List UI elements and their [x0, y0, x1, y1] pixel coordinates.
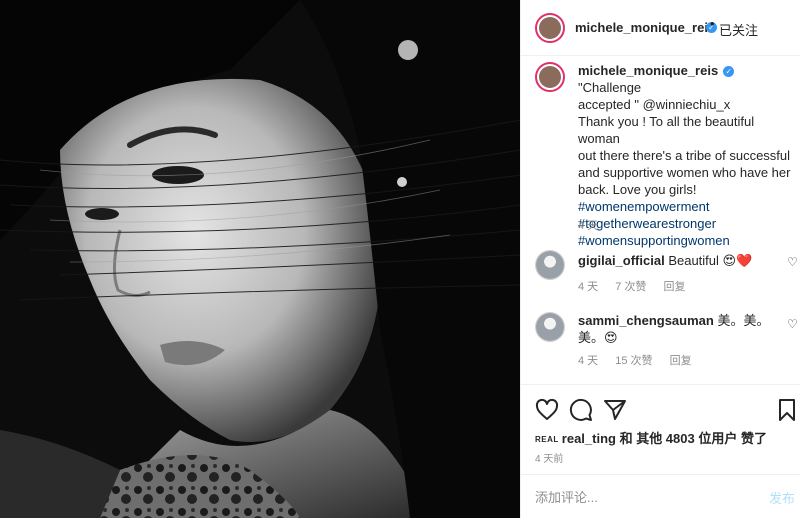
hashtag-link[interactable]: #womenempowerment — [578, 198, 792, 215]
commenter-avatar[interactable] — [535, 312, 565, 342]
hashtag-link[interactable]: #womensupportingwomen — [578, 232, 792, 249]
comment-text: 美。😍 — [578, 330, 618, 345]
caption-avatar[interactable] — [535, 62, 565, 92]
comment-text: Beautiful 😍❤️ — [668, 253, 753, 268]
portrait-photo — [0, 0, 520, 518]
caption-text-line: Thank you ! To all the beautiful woman — [578, 114, 755, 146]
caption-text-line: "Challenge — [578, 80, 642, 95]
like-comment-heart-icon[interactable]: ♡ — [787, 256, 798, 268]
caption-text-line: accepted " @winniechiu_x — [578, 97, 731, 112]
heart-icon[interactable] — [535, 398, 559, 422]
author-avatar[interactable] — [535, 13, 565, 43]
caption-timestamp[interactable]: 4 天 — [578, 217, 598, 233]
comment-icon[interactable] — [569, 398, 593, 422]
share-icon[interactable] — [603, 398, 627, 422]
post-timestamp[interactable]: 4 天前 — [535, 450, 563, 465]
comment-text: 美。美。 — [717, 313, 770, 328]
commenter-username[interactable]: sammi_chengsauman — [578, 313, 714, 328]
likes-count-text[interactable]: 和 其他 4803 位用户 赞了 — [616, 431, 767, 446]
add-comment-bar: 发布 — [521, 474, 800, 518]
like-comment-heart-icon[interactable]: ♡ — [787, 318, 798, 330]
author-username[interactable]: michele_monique_reis — [575, 20, 715, 35]
comment-meta: 4 天 15 次赞 回复 — [578, 352, 706, 368]
bookmark-icon[interactable] — [775, 398, 799, 422]
hashtag-link[interactable]: #togetherwearestronger — [578, 215, 792, 232]
post-side-panel: michele_monique_reis ✓ • 已关注 michele_mon… — [520, 0, 800, 518]
comment-timestamp[interactable]: 4 天 — [578, 281, 598, 293]
comment-body: sammi_chengsauman 美。美。 美。😍 — [578, 312, 778, 346]
commenter-avatar[interactable] — [535, 250, 565, 280]
caption-text-line: out there there's a tribe of successful — [578, 148, 791, 163]
caption-username[interactable]: michele_monique_reis — [578, 63, 718, 78]
reply-button[interactable]: 回复 — [664, 281, 686, 293]
comment-likes[interactable]: 7 次赞 — [615, 281, 646, 293]
post-comment-button[interactable]: 发布 — [769, 488, 795, 507]
follow-status-button[interactable]: 已关注 — [719, 20, 758, 39]
comment-likes[interactable]: 15 次赞 — [615, 355, 652, 367]
post-header: michele_monique_reis ✓ • 已关注 — [521, 0, 800, 56]
post-caption: michele_monique_reis ✓ "Challenge accepte… — [578, 62, 792, 249]
verified-badge-icon: ✓ — [723, 66, 735, 77]
comment-meta: 4 天 7 次赞 回复 — [578, 278, 700, 294]
separator-dot: • — [710, 16, 715, 31]
caption-text-line: and supportive women who have her — [578, 165, 791, 180]
comment-body: gigilai_official Beautiful 😍❤️ — [578, 252, 778, 269]
post-photo[interactable] — [0, 0, 520, 518]
comment-input[interactable] — [535, 488, 735, 506]
liker-username[interactable]: real_ting — [562, 431, 616, 446]
liker-brand-logo: REAL — [535, 435, 559, 444]
comment-timestamp[interactable]: 4 天 — [578, 355, 598, 367]
likes-summary: REAL real_ting 和 其他 4803 位用户 赞了 — [535, 428, 767, 447]
commenter-username[interactable]: gigilai_official — [578, 253, 665, 268]
reply-button[interactable]: 回复 — [670, 355, 692, 367]
caption-text-line: back. Love you girls! — [578, 182, 697, 197]
